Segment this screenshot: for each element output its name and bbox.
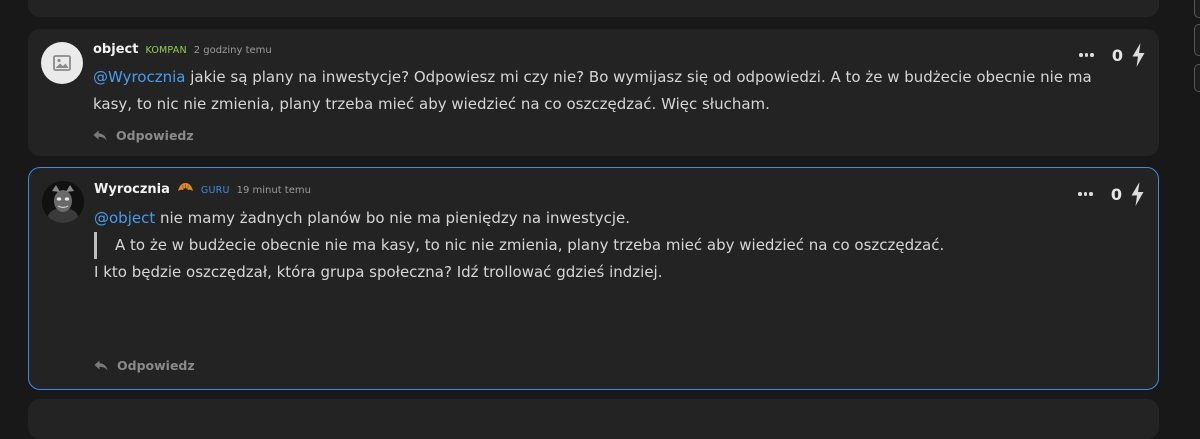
reply-button[interactable]: Odpowiedz [93,128,194,143]
author-name[interactable]: Wyrocznia [94,182,170,197]
comment-body: @object nie mamy żadnych planów bo nie m… [94,205,1118,286]
comment-text: @object nie mamy żadnych planów bo nie m… [94,205,1118,232]
more-dots-icon[interactable] [1078,192,1093,196]
lightning-icon[interactable] [1132,43,1145,67]
timestamp[interactable]: 19 minut temu [237,185,311,196]
rank-badge: KOMPAN [145,45,187,56]
next-comment-card [28,399,1159,439]
reply-button[interactable]: Odpowiedz [94,358,195,373]
reply-arrow-icon [93,130,107,141]
comment-header: object KOMPAN 2 godziny temu [93,42,272,57]
vote-score: 0 [1111,45,1123,65]
more-dots-icon[interactable] [1079,53,1094,57]
comment-header: Wyrocznia GURU 19 minut temu [94,181,311,197]
user-avatar-photo [42,181,84,223]
avatar[interactable] [41,42,83,84]
scrollbar-segment[interactable] [1194,64,1200,92]
mention-link[interactable]: @Wyrocznia [93,68,185,86]
reply-arrow-icon [94,360,108,371]
comment-body: @Wyrocznia jakie są plany na inwestycje?… [93,64,1119,118]
reply-label: Odpowiedz [117,358,195,373]
comment-text: @Wyrocznia jakie są plany na inwestycje?… [93,64,1119,118]
rank-badge: GURU [200,185,230,196]
comment-text-content: nie mamy żadnych planów bo nie ma pienię… [155,209,631,227]
vote-score: 0 [1110,184,1122,204]
image-placeholder-icon [53,55,71,71]
avatar[interactable] [42,181,84,223]
reply-label: Odpowiedz [116,128,194,143]
timestamp[interactable]: 2 godziny temu [194,45,272,56]
blockquote: A to że w budżecie obecnie nie ma kasy, … [94,232,1118,259]
mention-link[interactable]: @object [94,209,155,227]
croissant-icon [177,183,193,191]
scrollbar-segment[interactable] [1194,24,1200,56]
comment-text-content: jakie są plany na inwestycje? Odpowiesz … [93,68,1092,113]
lightning-icon[interactable] [1131,182,1144,206]
scrollbar-segment[interactable] [1194,0,1200,18]
comment-card-wyrocznia: Wyrocznia GURU 19 minut temu 0 @object n… [28,167,1159,390]
previous-comment-card [28,0,1159,17]
comment-actions: 0 [1078,181,1144,207]
author-name[interactable]: object [93,42,138,57]
comment-card-object: object KOMPAN 2 godziny temu 0 @Wyroczni… [28,29,1159,156]
comment-text-2: I kto będzie oszczędzał, która grupa spo… [94,263,663,281]
